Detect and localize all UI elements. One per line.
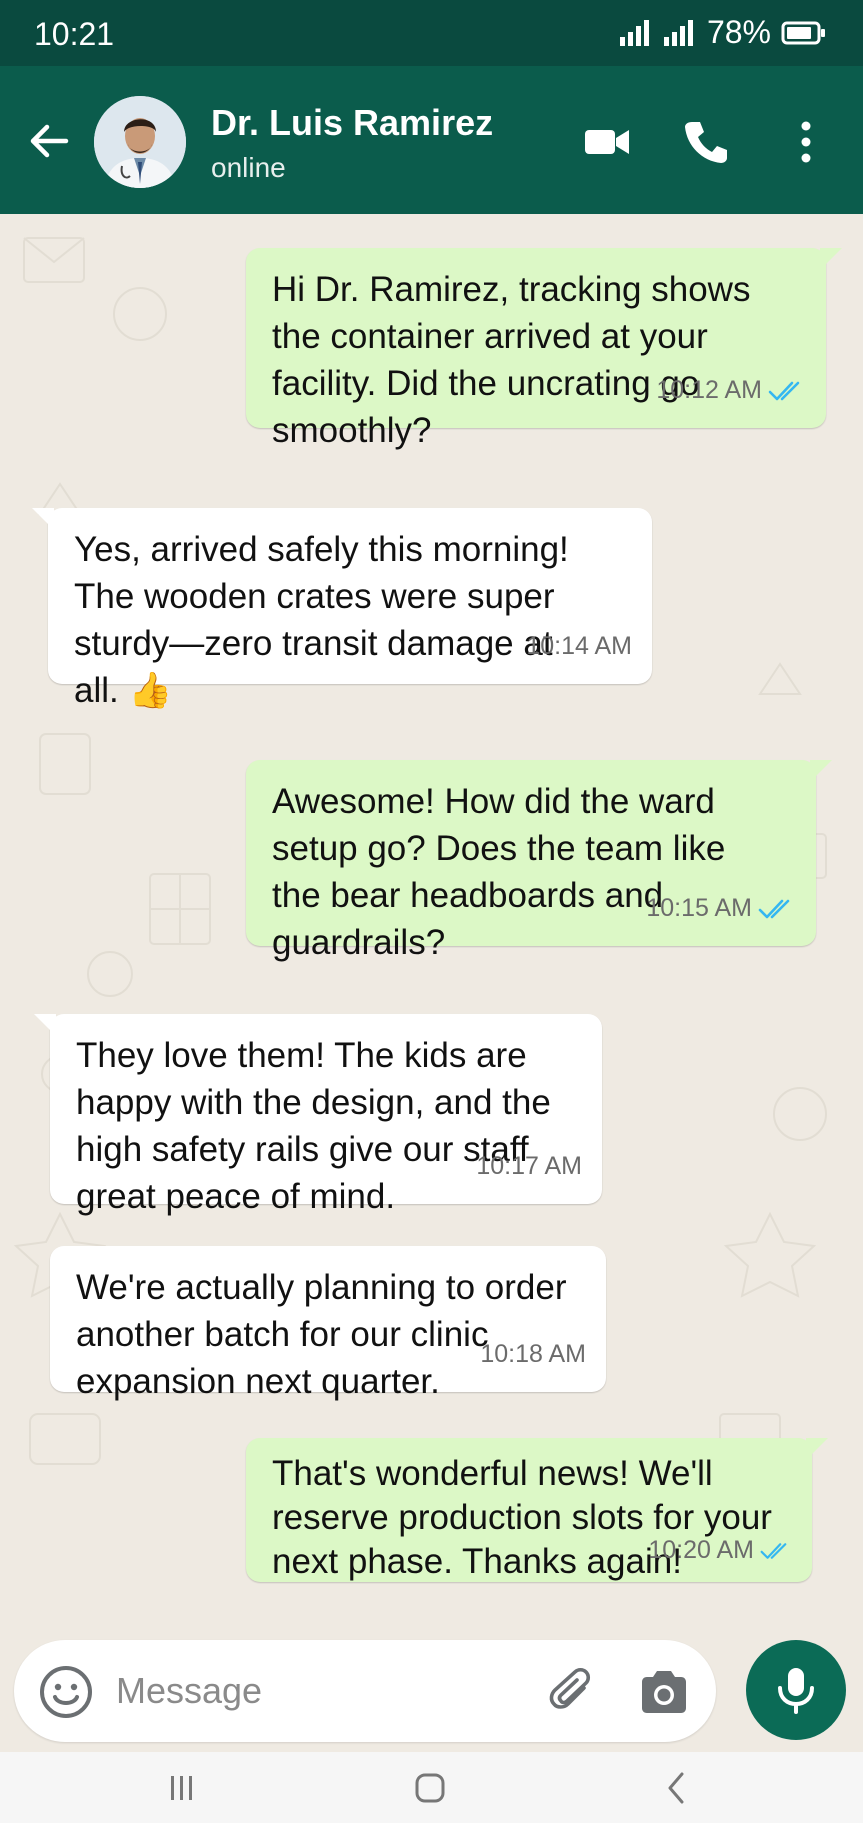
message-bubble[interactable]: That's wonderful news! We'll reserve pro… (246, 1438, 828, 1582)
message-time: 10:17 AM (476, 1152, 582, 1180)
system-nav-bar (0, 1752, 863, 1823)
home-icon[interactable] (412, 1770, 448, 1806)
message-time: 10:12 AM (656, 376, 762, 404)
message-time: 10:18 AM (480, 1340, 586, 1368)
contact-name[interactable]: Dr. Luis Ramirez (211, 102, 493, 144)
message-text: Awesome! How did the ward setup go? Does… (272, 782, 726, 962)
message-time: 10:20 AM (648, 1536, 754, 1564)
message-text: Hi Dr. Ramirez, tracking shows the conta… (272, 270, 751, 450)
message-text: Yes, arrived safely this morning! The wo… (74, 530, 569, 710)
video-call-icon[interactable] (582, 116, 634, 168)
bubble-tail (820, 248, 842, 270)
message-meta: 10:12 AM (656, 367, 806, 414)
double-check-icon (760, 1542, 787, 1559)
message-bubble[interactable]: Hi Dr. Ramirez, tracking shows the conta… (246, 248, 842, 450)
bubble-tail (806, 1438, 828, 1460)
bubble-tail (34, 1014, 56, 1036)
message-meta: 10:20 AM (648, 1527, 792, 1574)
message-bubble[interactable]: We're actually planning to order another… (50, 1246, 606, 1401)
more-vert-icon[interactable] (780, 116, 832, 168)
back-arrow-icon[interactable] (26, 118, 72, 164)
camera-icon[interactable] (636, 1664, 692, 1720)
message-input[interactable] (114, 1658, 538, 1724)
back-icon[interactable] (660, 1770, 692, 1806)
double-check-icon (758, 899, 790, 918)
attach-icon[interactable] (544, 1664, 600, 1720)
signal-icon (663, 19, 693, 46)
status-time: 10:21 (34, 16, 115, 52)
chat-area[interactable]: Hi Dr. Ramirez, tracking shows the conta… (0, 214, 863, 1634)
double-check-icon (768, 381, 800, 400)
mic-icon (778, 1668, 814, 1714)
message-time: 10:15 AM (646, 894, 752, 922)
battery-percentage: 78% (706, 14, 771, 50)
message-text: They love them! The kids are happy with … (76, 1036, 551, 1216)
message-bubble[interactable]: Awesome! How did the ward setup go? Does… (246, 760, 832, 962)
signal-icon (619, 19, 649, 46)
emoji-icon[interactable] (38, 1664, 94, 1720)
avatar[interactable] (94, 96, 186, 188)
recents-icon[interactable] (166, 1772, 198, 1804)
message-meta: 10:14 AM (526, 623, 632, 670)
message-bubble[interactable]: They love them! The kids are happy with … (34, 1014, 602, 1216)
message-composer (14, 1640, 716, 1742)
bubble-tail (810, 760, 832, 782)
doctor-avatar-image (94, 96, 186, 188)
status-right: 78% (619, 14, 827, 51)
message-meta: 10:17 AM (476, 1143, 582, 1190)
phone-icon[interactable] (680, 116, 732, 168)
chat-header: Dr. Luis Ramirez online (0, 66, 863, 214)
message-meta: 10:15 AM (646, 885, 796, 932)
voice-record-button[interactable] (746, 1640, 846, 1740)
battery-icon (781, 21, 825, 44)
message-meta: 10:18 AM (480, 1331, 586, 1378)
contact-status: online (211, 152, 286, 183)
status-bar: 10:21 78% (0, 0, 863, 66)
message-bubble[interactable]: Yes, arrived safely this morning! The wo… (32, 508, 652, 710)
message-time: 10:14 AM (526, 632, 632, 660)
bubble-tail (32, 508, 54, 530)
